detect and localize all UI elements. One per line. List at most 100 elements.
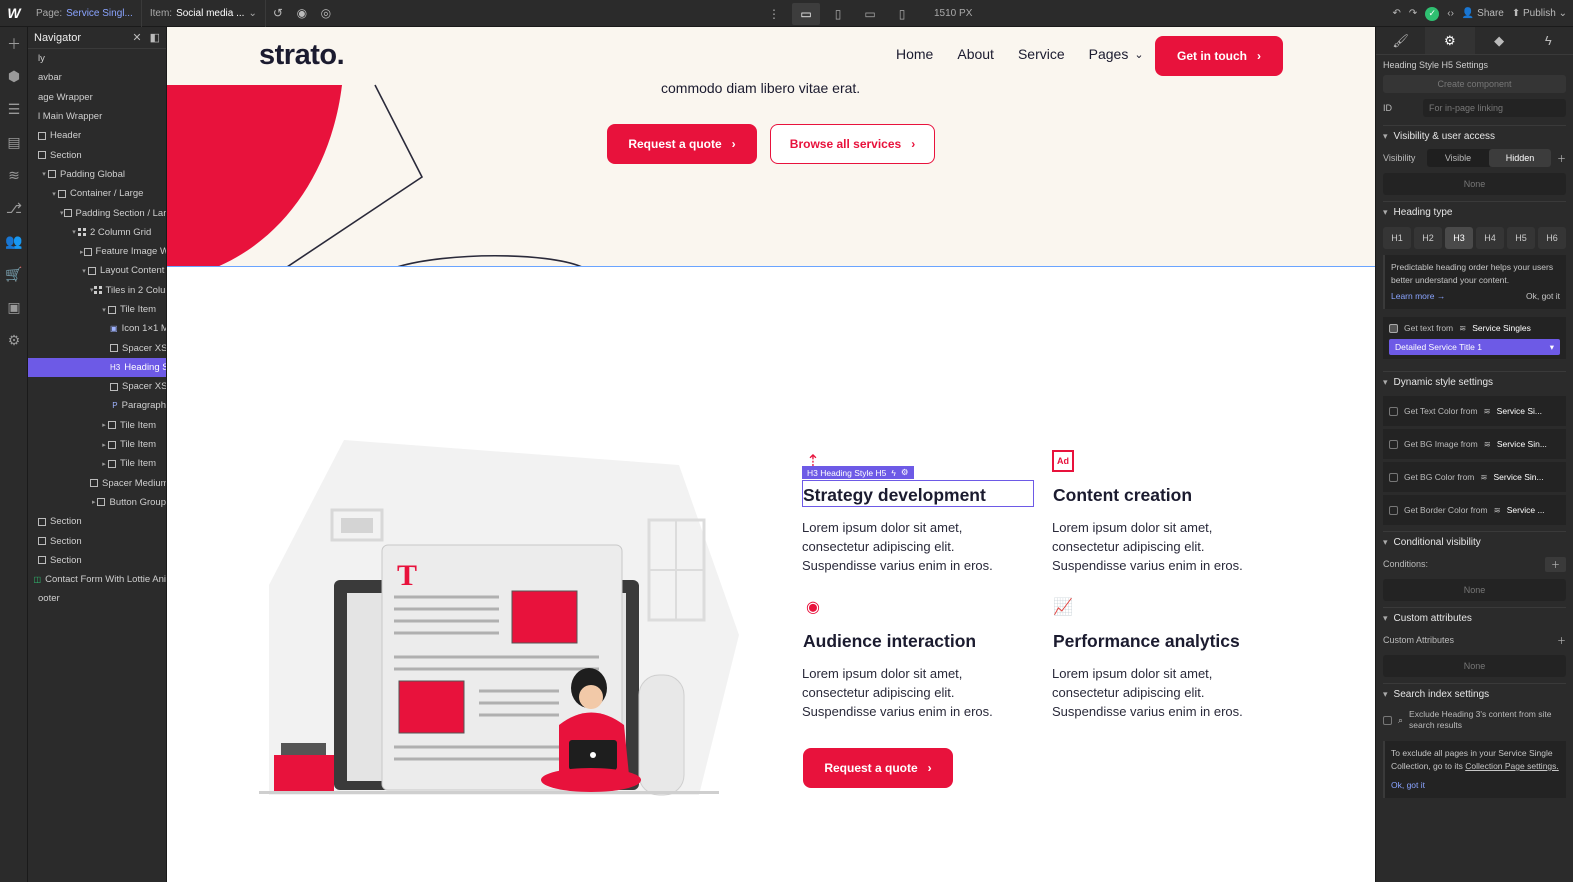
section-custom-attributes[interactable]: Custom attributes bbox=[1383, 607, 1566, 629]
caret-right-icon[interactable]: ▸ bbox=[100, 441, 108, 449]
navigator-item[interactable]: Section bbox=[28, 551, 166, 570]
page-selector[interactable]: Page: Service Singl... bbox=[28, 0, 142, 27]
menu-about[interactable]: About bbox=[957, 46, 994, 62]
navigator-item[interactable]: ▸ Tile Item bbox=[28, 435, 166, 454]
caret-down-icon[interactable]: ▾ bbox=[100, 306, 108, 314]
logic-icon[interactable]: ⎇ bbox=[0, 192, 28, 225]
h2-button[interactable]: H2 bbox=[1414, 227, 1442, 249]
dynamic-style-checkbox[interactable] bbox=[1389, 439, 1398, 449]
gear-icon[interactable]: ⚙ bbox=[901, 467, 909, 478]
comments-icon[interactable]: ◉ bbox=[290, 0, 314, 27]
browse-services-button[interactable]: Browse all services › bbox=[770, 124, 935, 164]
navigator-item[interactable]: age Wrapper bbox=[28, 88, 166, 107]
ok-got-it-button[interactable]: Ok, got it bbox=[1526, 290, 1560, 303]
style-brush-icon[interactable]: 🖌 bbox=[1376, 27, 1425, 54]
collection-page-settings-link[interactable]: Collection Page settings. bbox=[1465, 761, 1559, 771]
navigator-item[interactable]: ▾Tiles in 2 Colum bbox=[28, 281, 166, 300]
menu-home[interactable]: Home bbox=[896, 46, 933, 62]
request-quote-button[interactable]: Request a quote › bbox=[607, 124, 757, 164]
code-icon[interactable]: ‹› bbox=[1447, 8, 1454, 19]
interactions-lightning-icon[interactable]: ϟ bbox=[1524, 27, 1573, 54]
section-conditional-visibility[interactable]: Conditional visibility bbox=[1383, 531, 1566, 553]
navigator-item[interactable]: ▾ Tile Item bbox=[28, 300, 166, 319]
tile-title[interactable]: Audience interaction bbox=[802, 628, 1032, 654]
history-icon[interactable]: ↺ bbox=[266, 0, 290, 27]
desktop-breakpoint-icon[interactable]: ▭ bbox=[792, 2, 820, 25]
item-selector[interactable]: Item: Social media ... ⌄ bbox=[142, 0, 266, 27]
mobile-landscape-icon[interactable]: ▭ bbox=[856, 3, 884, 25]
redo-icon[interactable]: ↷ bbox=[1409, 8, 1417, 19]
more-dots-icon[interactable]: ⋮ bbox=[760, 3, 788, 25]
add-condition-plus-icon[interactable]: ＋ bbox=[1544, 556, 1566, 572]
tablet-breakpoint-icon[interactable]: ▯ bbox=[824, 3, 852, 25]
navigator-item[interactable]: Section bbox=[28, 145, 166, 164]
dynamic-style-checkbox[interactable] bbox=[1389, 472, 1398, 482]
assets-icon[interactable]: ▣ bbox=[0, 291, 28, 324]
get-text-checkbox[interactable] bbox=[1389, 323, 1398, 333]
add-elements-icon[interactable]: ＋ bbox=[0, 27, 28, 60]
status-check-icon[interactable]: ✓ bbox=[1425, 6, 1440, 21]
h6-button[interactable]: H6 bbox=[1538, 227, 1566, 249]
style-manager-icon[interactable]: ◆ bbox=[1475, 27, 1524, 54]
navigator-item[interactable]: Section bbox=[28, 531, 166, 550]
navigator-item[interactable]: ▣ Icon 1×1 M bbox=[28, 319, 166, 338]
mobile-portrait-icon[interactable]: ▯ bbox=[888, 3, 916, 25]
navigator-item[interactable]: ooter bbox=[28, 589, 166, 608]
navigator-item[interactable]: Section bbox=[28, 512, 166, 531]
design-canvas[interactable]: strato. Home About Service Pages ⌄ Get in… bbox=[167, 27, 1375, 882]
h1-button[interactable]: H1 bbox=[1383, 227, 1411, 249]
brand-logo[interactable]: strato. bbox=[259, 39, 345, 72]
navigator-item[interactable]: Spacer Medium bbox=[28, 474, 166, 493]
section-search-index[interactable]: Search index settings bbox=[1383, 683, 1566, 705]
navigator-item[interactable]: H3Heading St bbox=[28, 357, 166, 378]
pages-icon[interactable]: ▤ bbox=[0, 126, 28, 159]
exclude-search-checkbox[interactable] bbox=[1383, 715, 1392, 725]
learn-more-link[interactable]: Learn more → bbox=[1391, 290, 1445, 303]
menu-service[interactable]: Service bbox=[1018, 46, 1065, 62]
field-select[interactable]: Detailed Service Title 1 ▾ bbox=[1389, 339, 1560, 355]
section-heading-type[interactable]: Heading type bbox=[1383, 201, 1566, 223]
cms-icon[interactable]: ≋ bbox=[0, 159, 28, 192]
visible-option[interactable]: Visible bbox=[1427, 149, 1489, 167]
caret-right-icon[interactable]: ▸ bbox=[90, 498, 97, 506]
caret-right-icon[interactable]: ▸ bbox=[100, 421, 108, 429]
ecommerce-icon[interactable]: 🛒 bbox=[0, 258, 28, 291]
navigator-item[interactable]: ▾ Layout Content bbox=[28, 261, 166, 280]
caret-down-icon[interactable]: ▾ bbox=[70, 228, 78, 236]
hidden-option[interactable]: Hidden bbox=[1489, 149, 1551, 167]
navigator-item[interactable]: ▸ Tile Item bbox=[28, 416, 166, 435]
settings-gear-icon[interactable]: ⚙ bbox=[1425, 27, 1475, 54]
dock-panel-icon[interactable]: ◧ bbox=[150, 31, 160, 44]
navigator-item[interactable]: ly bbox=[28, 49, 166, 68]
dynamic-style-checkbox[interactable] bbox=[1389, 406, 1398, 416]
navigator-item[interactable]: ▸ Feature Image Wr bbox=[28, 242, 166, 261]
section-visibility[interactable]: Visibility & user access bbox=[1383, 125, 1566, 147]
caret-right-icon[interactable]: ▸ bbox=[100, 460, 108, 468]
navigator-item[interactable]: ▾ Container / Large bbox=[28, 184, 166, 203]
tile-title[interactable]: Content creation bbox=[1052, 482, 1282, 508]
add-attribute-plus-icon[interactable]: ＋ bbox=[1557, 634, 1566, 647]
caret-down-icon[interactable]: ▾ bbox=[40, 170, 48, 178]
navigator-item[interactable]: Header bbox=[28, 126, 166, 145]
selection-tag[interactable]: H3 Heading Style H5 ϟ ⚙ bbox=[802, 466, 914, 479]
caret-down-icon[interactable]: ▾ bbox=[50, 190, 58, 198]
navigator-item[interactable]: ▸ Tile Item bbox=[28, 454, 166, 473]
share-button[interactable]: 👤 Share bbox=[1462, 8, 1504, 19]
ok-got-it-button-2[interactable]: Ok, got it bbox=[1391, 780, 1425, 790]
navigator-item[interactable]: ▾ Padding Section / Larg bbox=[28, 203, 166, 222]
dynamic-style-checkbox[interactable] bbox=[1389, 505, 1398, 515]
undo-icon[interactable]: ↶ bbox=[1392, 8, 1400, 19]
caret-down-icon[interactable]: ▾ bbox=[80, 267, 88, 275]
navigator-item[interactable]: Spacer XSr bbox=[28, 338, 166, 357]
navigator-item[interactable]: ▸ Button Group bbox=[28, 493, 166, 512]
navigator-icon[interactable]: ☰ bbox=[0, 93, 28, 126]
request-quote-button-2[interactable]: Request a quote › bbox=[803, 748, 953, 788]
preview-eye-icon[interactable]: ◎ bbox=[314, 0, 338, 27]
section-dynamic-style[interactable]: Dynamic style settings bbox=[1383, 371, 1566, 393]
id-input[interactable]: For in-page linking bbox=[1423, 99, 1566, 117]
get-in-touch-button[interactable]: Get in touch › bbox=[1155, 36, 1283, 76]
navigator-item[interactable]: l Main Wrapper bbox=[28, 107, 166, 126]
users-icon[interactable]: 👥 bbox=[0, 225, 28, 258]
navigator-item[interactable]: ▾ 2 Column Grid bbox=[28, 223, 166, 242]
menu-pages[interactable]: Pages ⌄ bbox=[1089, 46, 1144, 62]
